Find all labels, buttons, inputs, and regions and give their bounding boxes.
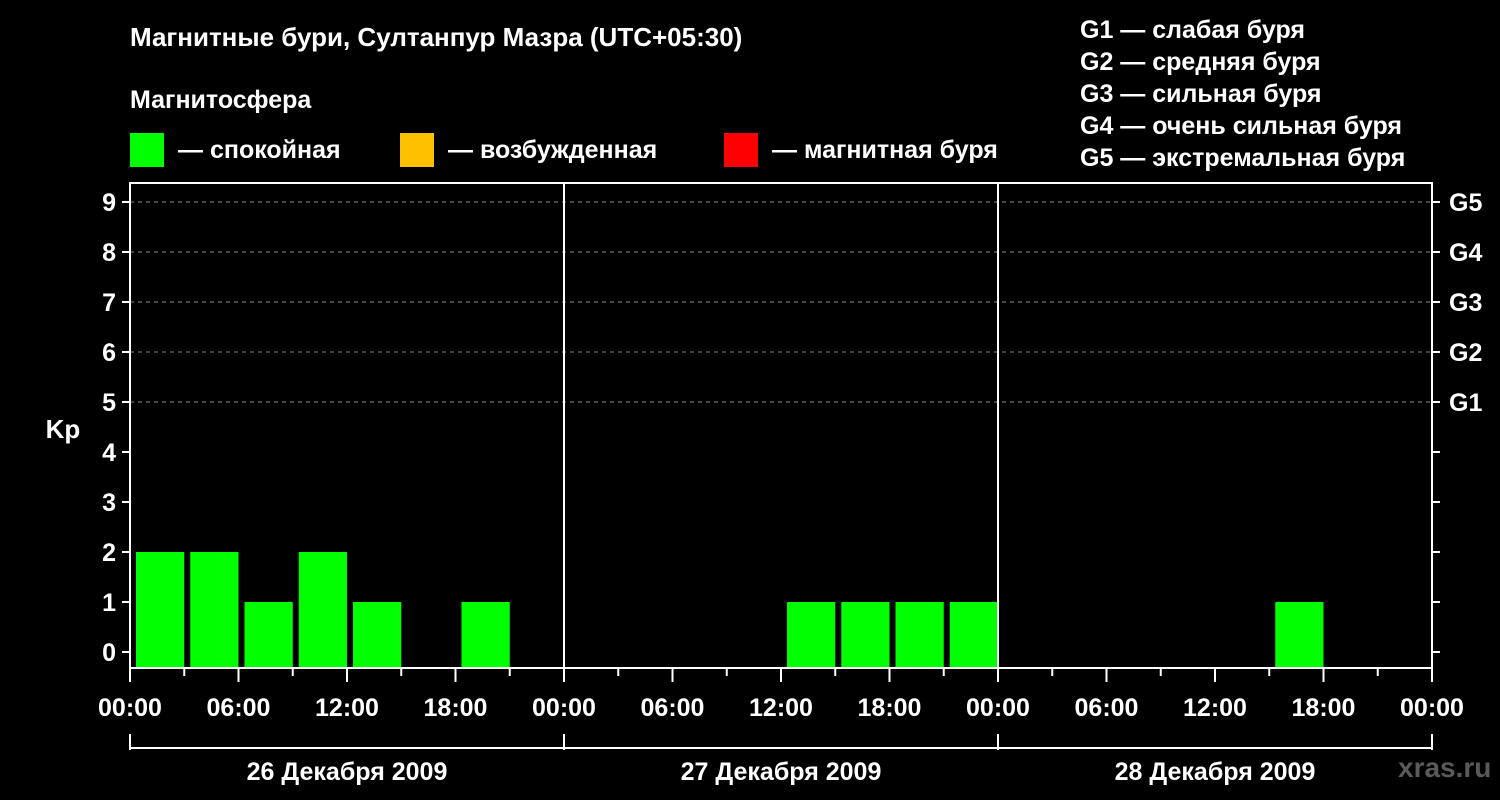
watermark: xras.ru: [1398, 752, 1492, 783]
g-scale-label: G4: [1449, 239, 1482, 267]
kp-bar: [298, 552, 347, 668]
y-tick-label: 5: [102, 389, 116, 417]
kp-bar: [461, 602, 510, 668]
kp-bar: [136, 552, 185, 668]
y-axis-label: Kp: [46, 414, 81, 444]
x-tick-label: 06:00: [641, 694, 705, 722]
day-label: 26 Декабря 2009: [247, 758, 448, 786]
kp-bar: [190, 552, 239, 668]
x-tick-label: 18:00: [424, 694, 488, 722]
kp-bar: [787, 602, 836, 668]
x-tick-label: 00:00: [1400, 694, 1464, 722]
y-tick-label: 9: [102, 189, 116, 217]
x-tick-label: 00:00: [966, 694, 1030, 722]
x-tick-label: 18:00: [1292, 694, 1356, 722]
x-tick-label: 00:00: [98, 694, 162, 722]
y-tick-label: 6: [102, 339, 116, 367]
y-tick-label: 3: [102, 489, 116, 517]
x-tick-label: 12:00: [749, 694, 813, 722]
g-scale-label: G2: [1449, 339, 1482, 367]
y-tick-label: 7: [102, 289, 116, 317]
x-tick-label: 00:00: [532, 694, 596, 722]
g-scale-label: G5: [1449, 189, 1482, 217]
y-tick-label: 2: [102, 539, 116, 567]
kp-bar-chart: 0 1 2 3 4 5 6 7 8 9 G1 G2 G3 G4 G5 Kp 00:00 06:00 12:00 18:…: [46, 182, 1482, 786]
day-label: 28 Декабря 2009: [1115, 758, 1316, 786]
x-tick-label: 06:00: [207, 694, 271, 722]
kp-bar: [949, 602, 998, 668]
x-tick-label: 18:00: [858, 694, 922, 722]
kp-bar: [895, 602, 944, 668]
x-tick-label: 06:00: [1075, 694, 1139, 722]
y-tick-label: 4: [102, 439, 116, 467]
g-scale-label: G1: [1449, 389, 1482, 417]
kp-bar: [353, 602, 402, 668]
y-tick-label: 0: [102, 639, 116, 667]
kp-bar: [1275, 602, 1324, 668]
day-label: 27 Декабря 2009: [681, 758, 882, 786]
x-tick-label: 12:00: [315, 694, 379, 722]
y-tick-label: 1: [102, 589, 116, 617]
g-scale-label: G3: [1449, 289, 1482, 317]
y-tick-label: 8: [102, 239, 116, 267]
kp-bar: [841, 602, 890, 668]
kp-bar: [244, 602, 293, 668]
x-tick-label: 12:00: [1183, 694, 1247, 722]
